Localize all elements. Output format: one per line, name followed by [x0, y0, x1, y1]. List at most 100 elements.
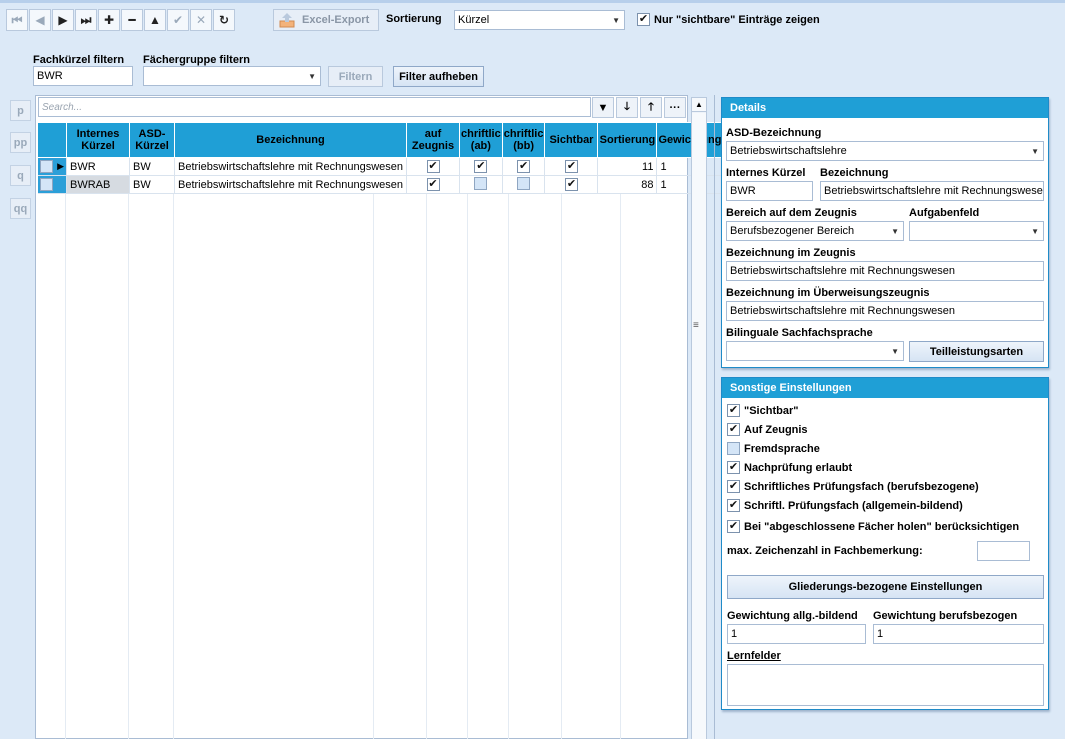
cell-zeugnis[interactable]: ✔	[406, 175, 460, 194]
kuerzel-filter-input[interactable]: BWR	[33, 66, 133, 86]
cell-intern[interactable]: BWRAB	[66, 175, 130, 194]
sichtbar-checkbox[interactable]: ✔	[564, 160, 578, 173]
grid-search-input[interactable]: Search...	[38, 97, 591, 117]
cancel-button[interactable]: ✕	[190, 9, 212, 31]
col-header-sortierung[interactable]: Sortierung	[597, 122, 658, 158]
ab-checkbox[interactable]: ✔	[474, 160, 488, 173]
bez-zeugnis-input[interactable]: Betriebswirtschaftslehre mit Rechnungswe…	[726, 261, 1044, 281]
refresh-button[interactable]: ↻	[213, 9, 235, 31]
bez-ueberweisung-input[interactable]: Betriebswirtschaftslehre mit Rechnungswe…	[726, 301, 1044, 321]
abgeschlossen-checkbox[interactable]: ✔	[727, 520, 740, 533]
side-button-q[interactable]: q	[10, 165, 31, 186]
sichtbar-option[interactable]: ✔ "Sichtbar"	[727, 404, 798, 417]
side-button-qq[interactable]: qq	[10, 198, 31, 219]
schriftlich-beruf-option[interactable]: ✔ Schriftliches Prüfungsfach (berufsbezog…	[727, 480, 979, 493]
bilingual-select[interactable]: ▼	[726, 341, 904, 361]
sichtbar-checkbox[interactable]: ✔	[564, 178, 578, 191]
grid-scrollbar[interactable]: ▲	[691, 97, 707, 739]
zeugnis-checkbox[interactable]: ✔	[426, 178, 440, 191]
cell-bez[interactable]: Betriebswirtschaftslehre mit Rechnungswe…	[174, 175, 407, 194]
sort-asc-button[interactable]: 🡑	[640, 97, 662, 118]
table-row[interactable]: BWRAB BW Betriebswirtschaftslehre mit Re…	[37, 175, 724, 194]
cell-sort[interactable]: 88	[597, 175, 658, 194]
gewichtung-beruf-input[interactable]: 1	[873, 624, 1044, 644]
last-record-button[interactable]: ⏭	[75, 9, 97, 31]
row-indicator[interactable]: ▶	[37, 157, 67, 176]
internes-kuerzel-input[interactable]: BWR	[726, 181, 813, 201]
cell-bez[interactable]: Betriebswirtschaftslehre mit Rechnungswe…	[174, 157, 407, 176]
cell-bb[interactable]: ✔	[502, 157, 546, 176]
aufgabenfeld-select[interactable]: ▼	[909, 221, 1044, 241]
bb-checkbox[interactable]	[517, 176, 531, 190]
group-filter-select[interactable]: ▼	[143, 66, 321, 86]
scroll-up-icon[interactable]: ▲	[692, 98, 706, 112]
schriftlich-allg-checkbox[interactable]: ✔	[727, 499, 740, 512]
row-indicator[interactable]	[37, 175, 67, 194]
cell-zeugnis[interactable]: ✔	[406, 157, 460, 176]
visible-only-checkbox[interactable]: ✔	[637, 13, 650, 26]
side-button-p[interactable]: p	[10, 100, 31, 121]
fremdsprache-checkbox[interactable]	[727, 442, 740, 455]
schriftlich-beruf-checkbox[interactable]: ✔	[727, 480, 740, 493]
add-record-button[interactable]: ✚	[98, 9, 120, 31]
col-header-internes-kuerzel[interactable]: Internes Kürzel	[66, 122, 130, 158]
table-row[interactable]: ▶ BWR BW Betriebswirtschaftslehre mit Re…	[37, 157, 724, 176]
nachpruefung-option[interactable]: ✔ Nachprüfung erlaubt	[727, 461, 852, 474]
grid-more-button[interactable]: ···	[664, 97, 686, 118]
teilleistungsarten-button[interactable]: Teilleistungsarten	[909, 341, 1044, 362]
cell-asd[interactable]: BW	[129, 175, 175, 194]
gewichtung-allg-input[interactable]: 1	[727, 624, 866, 644]
bb-checkbox[interactable]: ✔	[517, 160, 531, 173]
nachpruefung-checkbox[interactable]: ✔	[727, 461, 740, 474]
ab-checkbox[interactable]	[474, 176, 488, 190]
cell-sichtbar[interactable]: ✔	[544, 157, 599, 176]
auf-zeugnis-checkbox[interactable]: ✔	[727, 423, 740, 436]
bereich-select[interactable]: Berufsbezogener Bereich ▼	[726, 221, 904, 241]
asd-bezeichnung-label: ASD-Bezeichnung	[726, 127, 822, 139]
next-record-button[interactable]: ▶	[52, 9, 74, 31]
max-zeichen-input[interactable]	[977, 541, 1030, 561]
col-header-asd-kuerzel[interactable]: ASD- Kürzel	[129, 122, 175, 158]
abgeschlossen-option[interactable]: ✔ Bei "abgeschlossene Fächer holen" berüc…	[727, 520, 1019, 533]
col-header-schriftlich-bb[interactable]: chriftlic (bb)	[501, 122, 546, 158]
confirm-button[interactable]: ✔	[167, 9, 189, 31]
row-select-checkbox[interactable]	[39, 160, 53, 173]
visible-only-toggle[interactable]: ✔ Nur "sichtbare" Einträge zeigen	[637, 13, 820, 26]
row-select-checkbox[interactable]	[39, 178, 53, 191]
sort-desc-button[interactable]: 🡓	[616, 97, 638, 118]
cell-sichtbar[interactable]: ✔	[544, 175, 599, 194]
grid-empty-area	[36, 193, 686, 739]
remove-record-button[interactable]: ━	[121, 9, 143, 31]
side-button-pp[interactable]: pp	[10, 132, 31, 153]
col-header-schriftlich-ab[interactable]: chriftlic (ab)	[459, 122, 503, 158]
col-header-bezeichnung[interactable]: Bezeichnung	[174, 122, 407, 158]
lernfelder-input[interactable]	[727, 664, 1044, 706]
bezeichnung-input[interactable]: Betriebswirtschaftslehre mit Rechnungswe…	[820, 181, 1044, 201]
cell-asd[interactable]: BW	[129, 157, 175, 176]
col-header-sichtbar[interactable]: Sichtbar	[544, 122, 599, 158]
asd-bezeichnung-select[interactable]: Betriebswirtschaftslehre ▼	[726, 141, 1044, 161]
prev-record-button[interactable]: ◀	[29, 9, 51, 31]
excel-export-button[interactable]: Excel-Export	[273, 9, 379, 31]
clear-filter-button[interactable]: Filter aufheben	[393, 66, 484, 87]
schriftlich-allg-option[interactable]: ✔ Schriftl. Prüfungsfach (allgemein-bilde…	[727, 499, 963, 512]
filter-button[interactable]: Filtern	[328, 66, 383, 87]
fremdsprache-option[interactable]: Fremdsprache	[727, 442, 820, 455]
col-header-auf-zeugnis[interactable]: auf Zeugnis	[406, 122, 460, 158]
move-up-button[interactable]: ▲	[144, 9, 166, 31]
grid-filter-button[interactable]: ▼	[592, 97, 614, 118]
lernfelder-label[interactable]: Lernfelder	[727, 650, 781, 662]
gliederung-button[interactable]: Gliederungs-bezogene Einstellungen	[727, 575, 1044, 599]
sichtbar-checkbox[interactable]: ✔	[727, 404, 740, 417]
scroll-thumb[interactable]	[692, 113, 706, 739]
cell-intern[interactable]: BWR	[66, 157, 130, 176]
cell-ab[interactable]	[459, 175, 503, 194]
cell-bb[interactable]	[502, 175, 546, 194]
cell-sort[interactable]: 11	[597, 157, 658, 176]
auf-zeugnis-option[interactable]: ✔ Auf Zeugnis	[727, 423, 808, 436]
cell-ab[interactable]: ✔	[459, 157, 503, 176]
splitter-grip-icon[interactable]: ≡	[693, 320, 699, 331]
sort-select[interactable]: Kürzel ▼	[454, 10, 625, 30]
first-record-button[interactable]: ⏮	[6, 9, 28, 31]
zeugnis-checkbox[interactable]: ✔	[426, 160, 440, 173]
